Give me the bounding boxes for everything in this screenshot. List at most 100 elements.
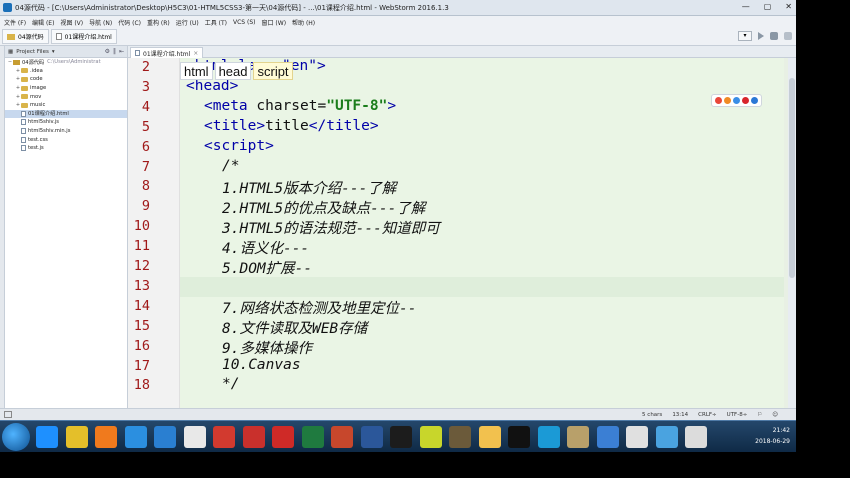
taskbar-clock[interactable]: 21:42 2018-06-29 bbox=[755, 425, 790, 447]
qq-icon[interactable] bbox=[508, 426, 530, 448]
menu-item[interactable]: 运行 (U) bbox=[176, 18, 199, 27]
tree-item[interactable]: + image bbox=[5, 84, 127, 93]
menu-item[interactable]: 窗口 (W) bbox=[262, 18, 287, 27]
code-line[interactable]: 8.文件读取及WEB存储 bbox=[222, 317, 367, 338]
close-button[interactable]: ✕ bbox=[785, 2, 792, 11]
gear-icon[interactable]: ⚙ bbox=[105, 48, 110, 55]
tree-item[interactable]: html5shiv.min.js bbox=[5, 127, 127, 136]
tree-item[interactable]: + .idea bbox=[5, 67, 127, 76]
tree-item[interactable]: 01课程介绍.html bbox=[5, 109, 127, 119]
nav-crumb-project[interactable]: 04源代码 bbox=[2, 29, 49, 44]
powerpoint-icon[interactable] bbox=[331, 426, 353, 448]
xmind-icon[interactable] bbox=[213, 426, 235, 448]
globe-icon[interactable] bbox=[537, 426, 560, 448]
w3c-icon[interactable] bbox=[242, 426, 265, 448]
menu-item[interactable]: 导航 (N) bbox=[89, 18, 112, 27]
menu-item[interactable]: 重构 (R) bbox=[147, 18, 170, 27]
menu-item[interactable]: VCS (S) bbox=[233, 19, 256, 26]
excel-icon[interactable] bbox=[301, 426, 324, 448]
tree-item[interactable]: + mov bbox=[5, 92, 127, 101]
tree-item[interactable]: + music bbox=[5, 101, 127, 110]
breadcrumb-script[interactable]: script bbox=[253, 62, 293, 80]
maximize-button[interactable]: ▢ bbox=[764, 2, 772, 11]
code-line[interactable]: 4.语义化--- bbox=[222, 237, 309, 258]
feishu-icon[interactable] bbox=[154, 426, 176, 448]
code-token: <meta bbox=[204, 97, 248, 114]
menu-item[interactable]: 帮助 (H) bbox=[292, 18, 315, 27]
picture-icon[interactable] bbox=[685, 426, 707, 448]
code-line[interactable]: <title>title</title> bbox=[204, 118, 379, 134]
menu-item[interactable]: 代码 (C) bbox=[118, 18, 141, 27]
word-icon[interactable] bbox=[360, 426, 383, 448]
line-number: 15 bbox=[133, 317, 150, 334]
inspector-icon[interactable]: ☺ bbox=[772, 412, 778, 418]
code-line[interactable]: <head> bbox=[186, 78, 238, 94]
stop-icon[interactable] bbox=[784, 32, 792, 40]
tree-item[interactable]: test.js bbox=[5, 144, 127, 153]
weather-icon[interactable] bbox=[478, 426, 501, 448]
network-icon[interactable] bbox=[596, 426, 619, 448]
tree-item[interactable]: test.css bbox=[5, 135, 127, 144]
tree-item[interactable]: −04源代码 C:\Users\Administrat bbox=[5, 58, 127, 67]
code-line[interactable]: 5.DOM扩展-- bbox=[222, 257, 312, 278]
status-line-separator[interactable]: CRLF÷ bbox=[698, 412, 717, 418]
breadcrumb-head[interactable]: head bbox=[214, 62, 252, 80]
status-encoding[interactable]: UTF-8÷ bbox=[727, 412, 748, 418]
project-view-selector[interactable]: Project Files bbox=[16, 49, 49, 55]
menu-item[interactable]: 文件 (F) bbox=[4, 18, 26, 27]
start-button[interactable] bbox=[2, 423, 30, 451]
typora-icon[interactable] bbox=[183, 426, 206, 448]
code-area[interactable]: <html lang="en"><head><meta charset="UTF… bbox=[180, 58, 788, 408]
code-line[interactable]: <meta charset="UTF-8"> bbox=[204, 98, 396, 114]
tree-item[interactable]: html5shiv.js bbox=[5, 118, 127, 127]
code-line[interactable]: /* bbox=[222, 158, 239, 174]
firefox-icon[interactable] bbox=[95, 426, 117, 448]
opera-icon[interactable] bbox=[742, 97, 749, 104]
run-config-dropdown[interactable]: ▾ bbox=[738, 31, 752, 41]
menu-item[interactable]: 编辑 (E) bbox=[32, 18, 54, 27]
close-icon[interactable]: × bbox=[193, 50, 198, 57]
notes-icon[interactable] bbox=[626, 426, 648, 448]
code-line[interactable]: 2.HTML5的优点及缺点---了解 bbox=[222, 197, 425, 218]
chevron-down-icon[interactable]: ▾ bbox=[52, 49, 55, 55]
cloud-icon[interactable] bbox=[655, 426, 678, 448]
editor-tab[interactable]: 01课程介绍.html × bbox=[130, 47, 204, 58]
chrome-icon[interactable] bbox=[65, 426, 88, 448]
menu-item[interactable]: 工具 (T) bbox=[205, 18, 227, 27]
code-line[interactable]: <script> bbox=[204, 138, 274, 154]
menu-item[interactable]: 视图 (V) bbox=[60, 18, 83, 27]
lock-icon[interactable]: ⚐ bbox=[757, 412, 762, 418]
scrollbar-thumb[interactable] bbox=[789, 78, 795, 278]
code-line[interactable]: 3.HTML5的语法规范---知道即可 bbox=[222, 217, 440, 238]
code-line[interactable]: */ bbox=[222, 376, 239, 392]
console-icon[interactable] bbox=[449, 426, 471, 448]
fireworks-icon[interactable] bbox=[419, 426, 442, 448]
breadcrumb-html[interactable]: html bbox=[180, 62, 213, 80]
medal-icon[interactable] bbox=[567, 426, 589, 448]
safari-icon[interactable] bbox=[733, 97, 740, 104]
line-number: 13 bbox=[133, 277, 150, 294]
code-token: </title> bbox=[308, 117, 379, 134]
hide-icon[interactable]: ⇤ bbox=[119, 48, 124, 55]
nav-crumb-file[interactable]: 01课程介绍.html bbox=[50, 29, 117, 44]
code-line[interactable]: 7.网络状态检测及地里定位-- bbox=[222, 297, 416, 318]
vertical-scrollbar[interactable] bbox=[788, 58, 796, 408]
app-red-icon[interactable] bbox=[272, 426, 294, 448]
code-editor[interactable]: 23456789101112131415161718 <html lang="e… bbox=[128, 58, 796, 408]
code-line[interactable]: 9.多媒体操作 bbox=[222, 337, 312, 358]
edge-icon[interactable] bbox=[124, 426, 147, 448]
webstorm-icon[interactable] bbox=[390, 426, 412, 448]
chrome-icon[interactable] bbox=[715, 97, 722, 104]
code-line[interactable]: 1.HTML5版本介绍---了解 bbox=[222, 177, 396, 198]
tree-item[interactable]: + code bbox=[5, 75, 127, 84]
code-line[interactable]: 10.Canvas bbox=[222, 357, 301, 373]
minimize-button[interactable]: — bbox=[742, 2, 750, 11]
split-icon[interactable]: ‖ bbox=[113, 48, 116, 55]
firefox-icon[interactable] bbox=[724, 97, 731, 104]
ie-icon[interactable] bbox=[751, 97, 758, 104]
ie-browser-icon[interactable] bbox=[36, 426, 58, 448]
tool-windows-toggle-icon[interactable] bbox=[4, 411, 12, 418]
debug-icon[interactable] bbox=[770, 32, 778, 40]
run-icon[interactable] bbox=[758, 32, 764, 40]
status-caret-position[interactable]: 13:14 bbox=[672, 412, 688, 418]
